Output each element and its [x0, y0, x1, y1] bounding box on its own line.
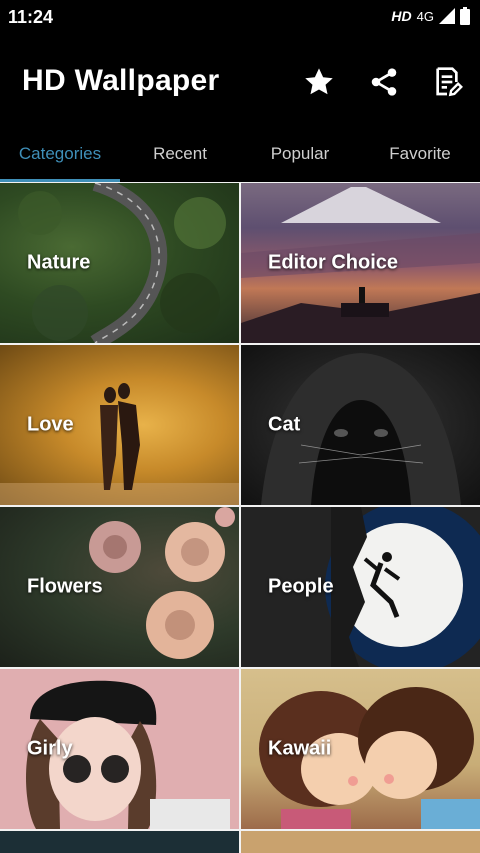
- category-label: Flowers: [27, 575, 103, 598]
- star-icon: [305, 68, 333, 95]
- status-bar: 11:24 HD 4G: [0, 0, 480, 34]
- category-label: Love: [27, 413, 74, 436]
- category-tile-girly[interactable]: Girly: [0, 669, 239, 829]
- category-grid: Nature Editor Choice Love Cat Flowers Pe…: [0, 182, 480, 853]
- share-button[interactable]: [364, 62, 404, 102]
- notes-button[interactable]: [427, 62, 467, 102]
- category-tile-cat[interactable]: Cat: [241, 345, 480, 505]
- favorite-button[interactable]: [299, 62, 339, 102]
- status-indicators: HD 4G: [391, 7, 470, 25]
- signal-icon: [439, 8, 455, 24]
- category-label: Cat: [268, 413, 301, 436]
- tab-recent[interactable]: Recent: [120, 126, 240, 182]
- category-tile-kawaii[interactable]: Kawaii: [241, 669, 480, 829]
- hd-indicator: HD: [391, 8, 412, 24]
- tab-categories[interactable]: Categories: [0, 126, 120, 182]
- category-tile-editor-choice[interactable]: Editor Choice: [241, 183, 480, 343]
- share-icon: [371, 68, 397, 96]
- status-time: 11:24: [8, 7, 54, 27]
- network-type: 4G: [416, 8, 434, 24]
- category-tile-love[interactable]: Love: [0, 345, 239, 505]
- category-label: Kawaii: [268, 737, 332, 760]
- category-tile-people[interactable]: People: [241, 507, 480, 667]
- category-label: People: [268, 575, 334, 598]
- category-label: Nature: [27, 251, 91, 274]
- category-label: Editor Choice: [268, 251, 399, 274]
- app-title: HD Wallpaper: [22, 64, 220, 97]
- category-tile-flowers[interactable]: Flowers: [0, 507, 239, 667]
- app-bar: HD Wallpaper: [0, 34, 480, 126]
- tab-bar: Categories Recent Popular Favorite: [0, 126, 480, 182]
- category-tile-partial[interactable]: [0, 831, 239, 853]
- category-tile-partial[interactable]: [241, 831, 480, 853]
- tab-favorite[interactable]: Favorite: [360, 126, 480, 182]
- notes-edit-icon: [436, 67, 463, 97]
- category-tile-nature[interactable]: Nature: [0, 183, 239, 343]
- tab-popular[interactable]: Popular: [240, 126, 360, 182]
- category-label: Girly: [27, 737, 73, 760]
- battery-icon: [460, 7, 470, 25]
